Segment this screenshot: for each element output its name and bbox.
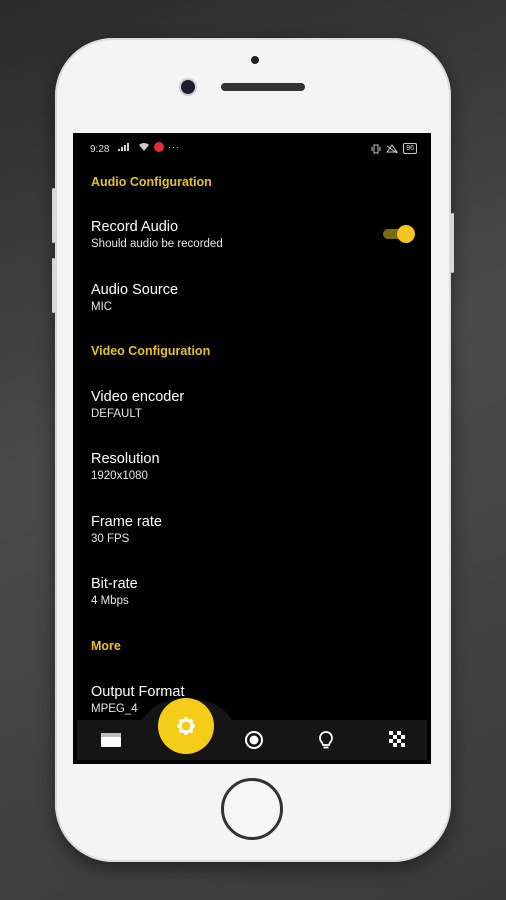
section-header-more: More [91,639,121,653]
pref-title: Frame rate [91,514,162,530]
pref-summary: 30 FPS [91,533,130,545]
section-header-audio: Audio Configuration [91,175,212,189]
sensor-dot [251,56,259,64]
pref-summary: MIC [91,301,113,313]
app-screen: 9:28 ··· 96 Audio Configuration Record A… [73,133,431,764]
pref-summary: 1920x1080 [91,470,148,482]
bottom-navigation [77,698,427,760]
checkered-icon [389,731,405,747]
pref-audio-source[interactable]: Audio Source MIC [91,282,411,313]
status-right-icons: 96 [371,143,417,154]
pref-summary: 4 Mbps [91,595,129,607]
vibrate-icon [371,144,381,153]
videos-icon [101,733,121,747]
lightbulb-icon [319,731,333,749]
status-bar: 9:28 ··· 96 [73,133,431,163]
battery-icon: 96 [403,143,417,154]
pref-title: Record Audio [91,219,179,235]
record-icon [245,731,263,749]
pref-summary: Should audio be recorded [91,238,223,250]
section-header-video: Video Configuration [91,344,211,358]
settings-icon [177,717,195,735]
recording-indicator-icon [154,142,164,152]
volume-button [52,188,55,243]
pref-video-encoder[interactable]: Video encoder DEFAULT [91,389,411,420]
pref-title: Resolution [91,451,160,467]
status-time: 9:28 [90,144,110,155]
earpiece-speaker [221,83,305,91]
pref-title: Video encoder [91,389,185,405]
pref-record-audio[interactable]: Record Audio Should audio be recorded [91,219,411,250]
more-dots-icon: ··· [168,142,180,152]
status-left-icons: ··· [118,142,180,152]
pref-title: Audio Source [91,282,179,298]
nav-videos[interactable] [91,720,131,760]
data-saver-icon [386,143,399,153]
pref-title: Bit-rate [91,576,138,592]
power-button [451,213,454,273]
pref-resolution[interactable]: Resolution 1920x1080 [91,451,411,482]
front-camera [181,80,195,94]
volume-button [52,258,55,313]
record-audio-toggle[interactable] [381,225,415,243]
pref-output-format[interactable]: Output Format MPEG_4 [91,684,411,715]
nav-record[interactable] [234,720,274,760]
signal-icon [118,143,129,151]
pref-summary: DEFAULT [91,408,142,420]
nav-more[interactable] [378,720,418,760]
pref-summary: MPEG_4 [91,703,138,715]
nav-tips[interactable] [306,720,346,760]
pref-frame-rate[interactable]: Frame rate 30 FPS [91,514,411,545]
toggle-thumb [397,225,415,243]
wifi-icon [139,143,149,151]
nav-settings-fab[interactable] [158,698,214,754]
pref-title: Output Format [91,684,185,700]
home-button[interactable] [221,778,283,840]
pref-bit-rate[interactable]: Bit-rate 4 Mbps [91,576,411,607]
